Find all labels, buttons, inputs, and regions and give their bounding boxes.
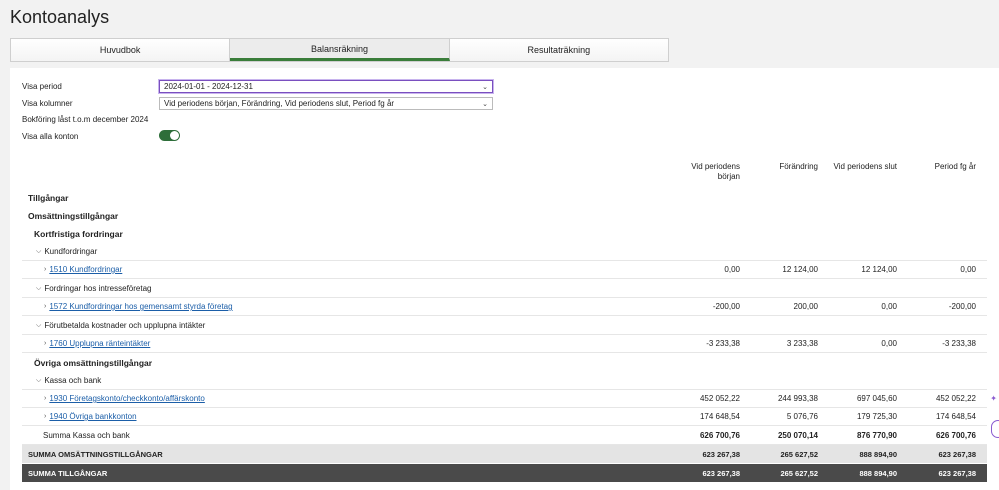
column-header-end: Vid periodens slut: [833, 162, 897, 171]
value-end: 888 894,90: [859, 449, 897, 459]
value-change: 12 124,00: [782, 265, 818, 274]
column-header-prev-year: Period fg år: [934, 162, 976, 171]
period-select-value: 2024-01-01 - 2024-12-31: [164, 82, 253, 91]
value-start: 623 267,38: [702, 449, 740, 459]
account-row-1510: › 1510 Kundfordringar 0,00 12 124,00 12 1…: [22, 261, 987, 279]
section-omsattningstillgangar: Omsättningstillgångar: [22, 207, 987, 225]
account-row-1930: › 1930 Företagskonto/checkkonto/affärskon…: [22, 390, 987, 408]
chevron-down-icon[interactable]: ⌵: [36, 377, 41, 385]
value-end: 876 770,90: [856, 431, 897, 440]
columns-label: Visa kolumner: [22, 99, 73, 108]
chevron-down-icon: ⌄: [482, 83, 488, 91]
columns-select-value: Vid periodens början, Förändring, Vid pe…: [164, 99, 395, 108]
column-header-start-line1: Vid periodens: [691, 162, 740, 171]
summa-kassa-och-bank-row: Summa Kassa och bank 626 700,76 250 070,…: [22, 427, 987, 445]
group-kassa-och-bank[interactable]: ⌵ Kassa och bank: [22, 372, 987, 390]
group-label: Förutbetalda kostnader och upplupna intä…: [44, 321, 206, 330]
value-change: 250 070,14: [777, 431, 818, 440]
value-end: 12 124,00: [861, 265, 897, 274]
chevron-down-icon[interactable]: ⌵: [36, 285, 41, 293]
group-label: Fordringar hos intresseföretag: [44, 284, 152, 293]
value-prev-year: 174 648,54: [935, 412, 976, 421]
group-fordringar-intresseforetag[interactable]: ⌵ Fordringar hos intresseföretag: [22, 280, 987, 298]
group-kundfordringar[interactable]: ⌵ Kundfordringar: [22, 243, 987, 261]
value-change: 200,00: [793, 302, 818, 311]
value-start: 623 267,38: [702, 468, 740, 478]
account-row-1940: › 1940 Övriga bankkonton 174 648,54 5 076…: [22, 408, 987, 426]
sparkle-icon[interactable]: ✦: [990, 394, 997, 403]
tab-resultatrakning[interactable]: Resultaträkning: [449, 39, 668, 61]
value-start: -200,00: [712, 302, 740, 311]
value-prev-year: 0,00: [960, 265, 976, 274]
value-end: 179 725,30: [856, 412, 897, 421]
tab-balansrakning[interactable]: Balansräkning: [230, 39, 450, 61]
chevron-right-icon[interactable]: ›: [44, 395, 46, 402]
value-end: 0,00: [881, 302, 897, 311]
section-label: Övriga omsättningstillgångar: [34, 358, 153, 368]
account-link-1930[interactable]: 1930 Företagskonto/checkkonto/affärskont…: [49, 394, 205, 403]
columns-select[interactable]: Vid periodens början, Förändring, Vid pe…: [159, 97, 493, 110]
chevron-down-icon[interactable]: ⌵: [36, 322, 41, 330]
value-end: 697 045,60: [856, 394, 897, 403]
value-prev-year: 626 700,76: [935, 431, 976, 440]
value-change: 3 233,38: [786, 339, 818, 348]
column-header-change: Förändring: [779, 162, 818, 171]
section-kortfristiga-fordringar: Kortfristiga fordringar: [22, 225, 987, 243]
page-title: Kontoanalys: [10, 7, 110, 27]
toggle-knob: [170, 131, 179, 140]
value-start: -3 233,38: [706, 339, 740, 348]
summa-omsattningstillgangar-row: SUMMA OMSÄTTNINGSTILLGÅNGAR 623 267,38 2…: [22, 445, 987, 463]
account-link-1940[interactable]: 1940 Övriga bankkonton: [49, 412, 136, 421]
group-label: Kassa och bank: [44, 376, 102, 385]
account-row-1572: › 1572 Kundfordringar hos gemensamt styrd…: [22, 298, 987, 316]
show-all-toggle[interactable]: [159, 130, 180, 141]
group-forutbetalda-kostnader[interactable]: ⌵ Förutbetalda kostnader och upplupna int…: [22, 317, 987, 335]
value-start: 0,00: [724, 265, 740, 274]
assistant-widget-handle[interactable]: [991, 420, 999, 438]
period-label: Visa period: [22, 82, 62, 91]
column-header-start: Vid periodens början: [660, 162, 740, 182]
section-label: Tillgångar: [28, 193, 69, 203]
value-change: 265 627,52: [780, 468, 818, 478]
account-row-1760: › 1760 Upplupna ränteintäkter -3 233,38 3…: [22, 335, 987, 353]
locked-notice: Bokföring låst t.o.m december 2024: [22, 115, 149, 124]
value-end: 0,00: [881, 339, 897, 348]
chevron-right-icon[interactable]: ›: [44, 266, 46, 273]
chevron-right-icon[interactable]: ›: [44, 340, 46, 347]
value-prev-year: 623 267,38: [938, 468, 976, 478]
report-panel: Visa period 2024-01-01 - 2024-12-31 ⌄ Vi…: [10, 68, 999, 490]
chevron-down-icon: ⌄: [482, 100, 488, 108]
tab-bar: Huvudbok Balansräkning Resultaträkning: [10, 38, 669, 62]
value-prev-year: -200,00: [948, 302, 976, 311]
value-start: 174 648,54: [699, 412, 740, 421]
summa-label: Summa Kassa och bank: [43, 431, 130, 440]
value-end: 888 894,90: [859, 468, 897, 478]
value-prev-year: 452 052,22: [935, 394, 976, 403]
value-change: 265 627,52: [780, 449, 818, 459]
column-header-start-line2: början: [717, 172, 740, 181]
value-change: 244 993,38: [777, 394, 818, 403]
account-link-1510[interactable]: 1510 Kundfordringar: [49, 265, 122, 274]
section-label: Omsättningstillgångar: [28, 211, 119, 221]
summa-label: SUMMA TILLGÅNGAR: [28, 468, 108, 478]
summa-label: SUMMA OMSÄTTNINGSTILLGÅNGAR: [28, 449, 163, 459]
value-prev-year: 623 267,38: [938, 449, 976, 459]
value-start: 452 052,22: [699, 394, 740, 403]
account-link-1572[interactable]: 1572 Kundfordringar hos gemensamt styrda…: [49, 302, 232, 311]
value-change: 5 076,76: [786, 412, 818, 421]
chevron-down-icon[interactable]: ⌵: [36, 248, 41, 256]
section-tillgangar: Tillgångar: [22, 189, 987, 207]
group-label: Kundfordringar: [44, 247, 98, 256]
period-select[interactable]: 2024-01-01 - 2024-12-31 ⌄: [159, 80, 493, 93]
chevron-right-icon[interactable]: ›: [44, 413, 46, 420]
summa-tillgangar-row: SUMMA TILLGÅNGAR 623 267,38 265 627,52 8…: [22, 464, 987, 482]
show-all-label: Visa alla konton: [22, 132, 79, 141]
account-link-1760[interactable]: 1760 Upplupna ränteintäkter: [49, 339, 150, 348]
value-start: 626 700,76: [699, 431, 740, 440]
section-label: Kortfristiga fordringar: [34, 229, 123, 239]
chevron-right-icon[interactable]: ›: [44, 303, 46, 310]
tab-huvudbok[interactable]: Huvudbok: [11, 39, 231, 61]
value-prev-year: -3 233,38: [942, 339, 976, 348]
section-ovriga-omsattningstillgangar: Övriga omsättningstillgångar: [22, 354, 987, 372]
